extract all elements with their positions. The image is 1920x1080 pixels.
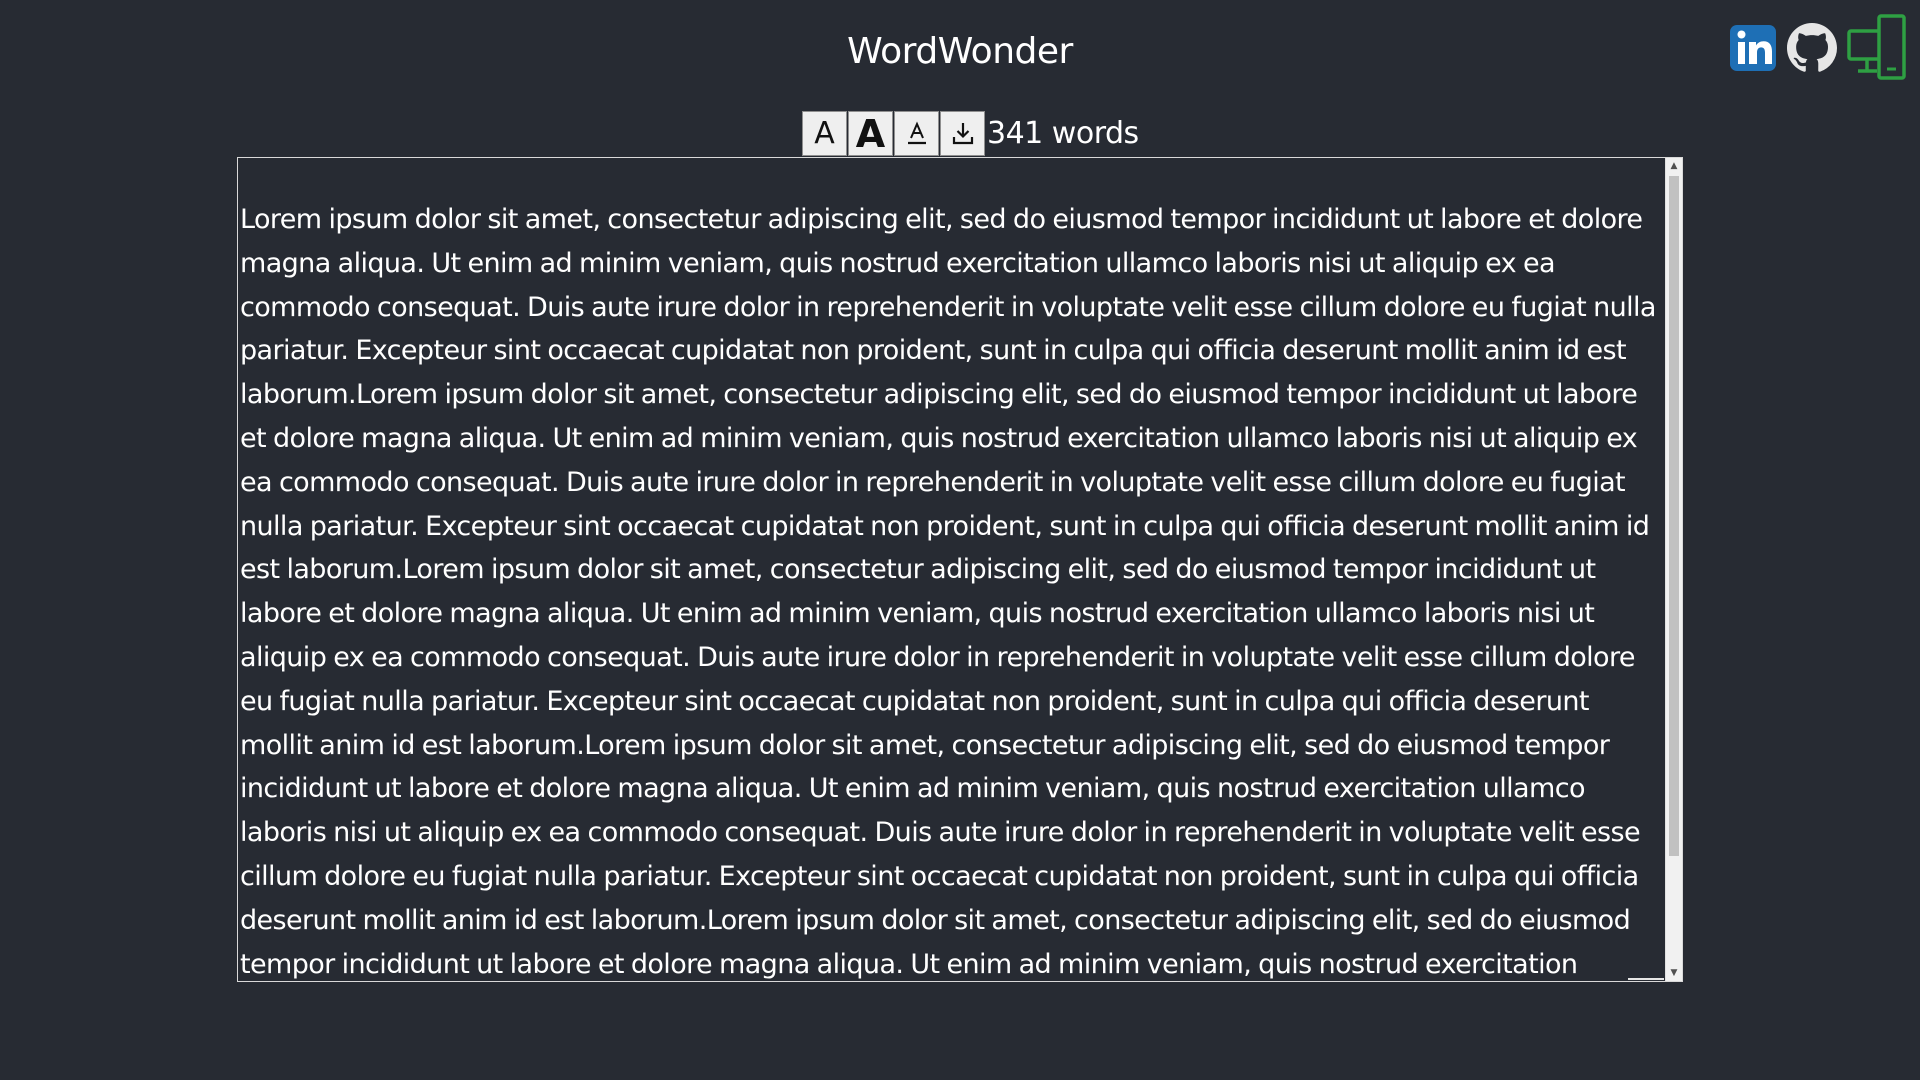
decrease-font-button[interactable]: A: [802, 111, 847, 156]
editor-scrollbar[interactable]: ▲ ▼: [1665, 158, 1682, 981]
social-links: [1729, 14, 1907, 82]
increase-font-icon: A: [855, 111, 886, 156]
download-icon: [952, 122, 973, 144]
scroll-thumb[interactable]: [1669, 176, 1679, 856]
linkedin-link[interactable]: [1729, 21, 1777, 75]
app-title: WordWonder: [847, 31, 1073, 72]
download-button[interactable]: [940, 111, 985, 156]
decrease-font-icon: A: [814, 115, 835, 151]
app-page: WordWonder A A 341 words Lorem ipsum dol…: [0, 0, 1920, 1080]
linkedin-icon: [1730, 25, 1776, 71]
text-editor[interactable]: Lorem ipsum dolor sit amet, consectetur …: [237, 157, 1683, 982]
scroll-down-icon[interactable]: ▼: [1666, 965, 1682, 981]
scroll-up-icon[interactable]: ▲: [1666, 158, 1682, 174]
increase-font-button[interactable]: A: [848, 111, 893, 156]
text-color-icon: [907, 120, 926, 144]
github-icon: [1787, 23, 1837, 72]
github-link[interactable]: [1787, 21, 1837, 75]
resize-handle[interactable]: [1628, 978, 1664, 980]
devices-icon: [1847, 14, 1906, 80]
devices-link[interactable]: [1847, 14, 1907, 82]
editor-content[interactable]: Lorem ipsum dolor sit amet, consectetur …: [240, 198, 1665, 981]
word-count: 341 words: [987, 116, 1139, 151]
text-color-button[interactable]: [894, 111, 939, 156]
editor-toolbar: A A 341 words: [802, 110, 1139, 157]
